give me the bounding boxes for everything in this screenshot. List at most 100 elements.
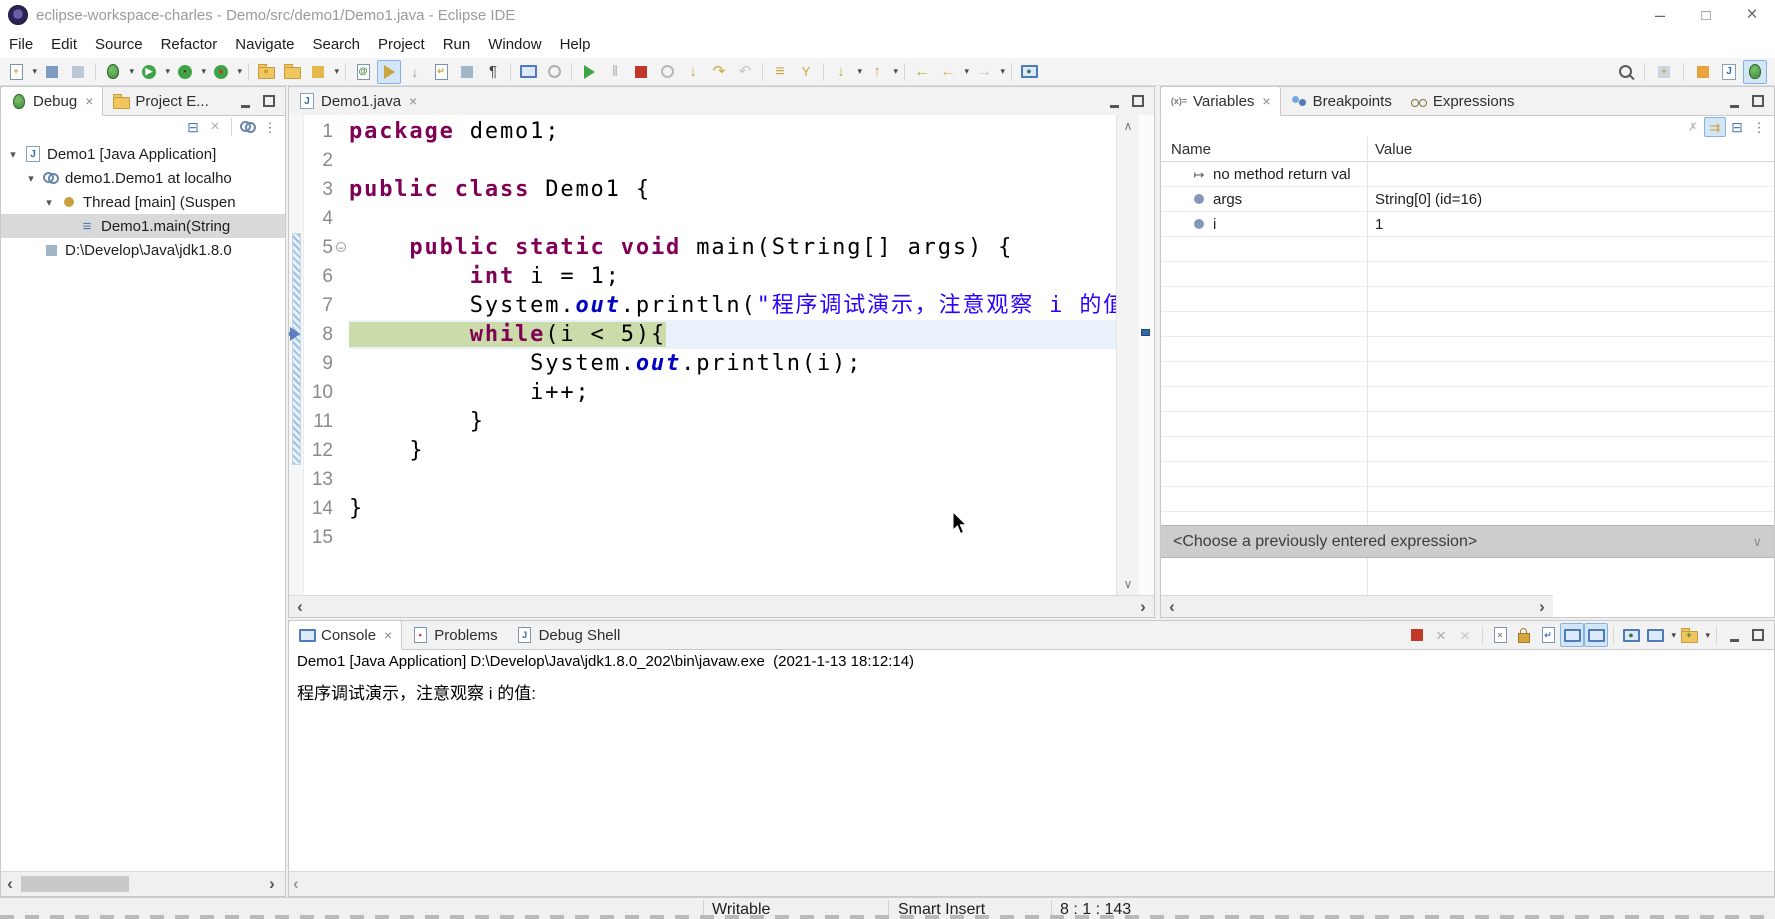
run-to-line-icon[interactable]: ↓▾ — [829, 60, 853, 84]
tab-debug[interactable]: Debug× — [0, 86, 103, 116]
profile-icon[interactable]: ●▾ — [209, 60, 233, 84]
empty-row[interactable] — [1161, 437, 1774, 462]
save-icon[interactable] — [40, 60, 64, 84]
last-edit-location-icon[interactable]: ← — [910, 60, 934, 84]
code-line-15[interactable]: 15 — [303, 523, 1117, 552]
menu-refactor[interactable]: Refactor — [152, 36, 227, 53]
show-type-names-icon[interactable]: ✗ — [1682, 117, 1704, 137]
scroll-left-arrow[interactable]: ‹ — [293, 874, 299, 894]
perspective-debug-icon[interactable] — [1743, 60, 1767, 84]
code-line-7[interactable]: 7 System.out.println("程序调试演示，注意观察 i 的值: … — [303, 291, 1117, 320]
word-wrap-icon[interactable]: ↵ — [1536, 623, 1560, 647]
maximize-view-icon[interactable] — [1746, 89, 1770, 113]
maximize-window-button[interactable]: □ — [1683, 0, 1729, 30]
pin-console-icon[interactable]: ● — [1619, 623, 1643, 647]
step-over-icon[interactable]: ↷ — [707, 60, 731, 84]
display-console-icon[interactable]: ▾ — [1643, 623, 1667, 647]
menu-run[interactable]: Run — [434, 36, 480, 53]
view-menu-icon[interactable]: ⋮ — [259, 117, 281, 137]
scroll-right-arrow[interactable]: › — [263, 872, 281, 896]
empty-row[interactable] — [1161, 262, 1774, 287]
empty-row[interactable] — [1161, 337, 1774, 362]
code-line-10[interactable]: 10 i++; — [303, 378, 1117, 407]
menu-help[interactable]: Help — [551, 36, 600, 53]
run-icon[interactable]: ▶▾ — [137, 60, 161, 84]
scroll-lock-icon[interactable] — [1512, 623, 1536, 647]
empty-row[interactable] — [1161, 387, 1774, 412]
open-perspective-icon[interactable]: + — [1652, 60, 1676, 84]
menu-file[interactable]: File — [0, 36, 42, 53]
empty-row[interactable] — [1161, 287, 1774, 312]
use-step-filters-icon[interactable]: Y — [794, 60, 818, 84]
maximize-view-icon[interactable] — [257, 89, 281, 113]
drop-to-frame-icon[interactable]: ≡ — [768, 60, 792, 84]
expand-arrow-icon[interactable]: ▾ — [25, 172, 37, 185]
console-output-text[interactable]: 程序调试演示，注意观察 i 的值: — [297, 679, 541, 704]
minimize-view-icon[interactable] — [1722, 89, 1746, 113]
debug-icon[interactable]: ▾ — [101, 60, 125, 84]
collapse-all-icon[interactable]: ⊟ — [182, 117, 204, 137]
tree-item-stackframe[interactable]: ≡Demo1.main(String — [1, 214, 285, 238]
code-line-2[interactable]: 2 — [303, 146, 1117, 175]
mark-occurrences-icon[interactable] — [377, 60, 401, 84]
close-tab-icon[interactable]: × — [409, 93, 417, 109]
save-all-icon[interactable] — [66, 60, 90, 84]
current-line-marker[interactable] — [1141, 329, 1150, 336]
perspective-resource-icon[interactable] — [1691, 60, 1715, 84]
close-tab-icon[interactable]: × — [85, 93, 93, 109]
remove-terminated-icon[interactable]: × — [204, 117, 226, 137]
scrollbar-thumb[interactable] — [21, 876, 129, 892]
close-tab-icon[interactable]: × — [384, 627, 392, 643]
view-menu-icon[interactable]: ⋮ — [1748, 117, 1770, 137]
tab-expressions[interactable]: Expressions — [1401, 87, 1524, 115]
empty-row[interactable] — [1161, 412, 1774, 437]
open-resource-icon[interactable] — [280, 60, 304, 84]
debug-view-gears-icon[interactable] — [237, 117, 259, 137]
variables-header-row[interactable]: NameValue — [1161, 137, 1774, 162]
clear-console-icon[interactable]: × — [1488, 623, 1512, 647]
tab-problems[interactable]: ▪Problems — [402, 621, 506, 649]
scroll-right-arrow[interactable]: › — [1134, 596, 1152, 617]
annotation-icon[interactable]: @ — [351, 60, 375, 84]
column-value[interactable]: Value — [1367, 141, 1774, 158]
empty-row[interactable] — [1161, 462, 1774, 487]
step-into-icon[interactable]: ↓ — [681, 60, 705, 84]
scroll-down-arrow[interactable]: ∨ — [1117, 577, 1139, 591]
remove-launch-icon[interactable]: × — [1429, 623, 1453, 647]
spy-icon[interactable] — [542, 60, 566, 84]
back-icon[interactable]: ←▾ — [936, 60, 960, 84]
tree-item-jdk[interactable]: D:\Develop\Java\jdk1.8.0 — [1, 238, 285, 262]
tree-item-vm[interactable]: ▾demo1.Demo1 at localho — [1, 166, 285, 190]
scroll-up-arrow[interactable]: ∧ — [1117, 119, 1139, 133]
tab-console[interactable]: Console× — [288, 620, 402, 650]
terminate-console-icon[interactable] — [1405, 623, 1429, 647]
scroll-right-arrow[interactable]: › — [1533, 596, 1551, 617]
code-line-6[interactable]: 6 int i = 1; — [303, 262, 1117, 291]
tab-demo1-java[interactable]: JDemo1.java× — [289, 87, 426, 115]
minimize-view-icon[interactable] — [1102, 89, 1126, 113]
remove-all-terminated-icon[interactable]: × — [1453, 623, 1477, 647]
column-name[interactable]: Name — [1161, 141, 1367, 158]
tab-variables[interactable]: (x)=Variables× — [1160, 86, 1281, 116]
previous-annotation-icon[interactable]: ↑▾ — [865, 60, 889, 84]
perspective-java-icon[interactable]: J — [1717, 60, 1741, 84]
show-stderr-icon[interactable] — [1584, 623, 1608, 647]
scroll-left-arrow[interactable]: ‹ — [291, 596, 309, 617]
new-java-project-icon[interactable]: ● — [254, 60, 278, 84]
close-tab-icon[interactable]: × — [1262, 93, 1270, 109]
pin-editor-icon[interactable]: ● — [1017, 60, 1041, 84]
menu-project[interactable]: Project — [369, 36, 434, 53]
maximize-view-icon[interactable] — [1746, 623, 1770, 647]
show-stdout-icon[interactable] — [1560, 623, 1584, 647]
console-horizontal-scrollbar[interactable]: ‹ — [289, 871, 1774, 896]
menu-edit[interactable]: Edit — [42, 36, 86, 53]
overview-ruler[interactable] — [1139, 115, 1154, 595]
var-row-i[interactable]: i1 — [1161, 212, 1774, 237]
tab-project-explorer[interactable]: Project E... — [103, 87, 217, 115]
menu-search[interactable]: Search — [303, 36, 369, 53]
editor-vertical-scrollbar[interactable]: ∧ ∨ — [1116, 115, 1139, 595]
close-window-button[interactable]: × — [1729, 0, 1775, 30]
code-line-3[interactable]: 3public class Demo1 { — [303, 175, 1117, 204]
code-line-13[interactable]: 13 — [303, 465, 1117, 494]
code-line-11[interactable]: 11 } — [303, 407, 1117, 436]
